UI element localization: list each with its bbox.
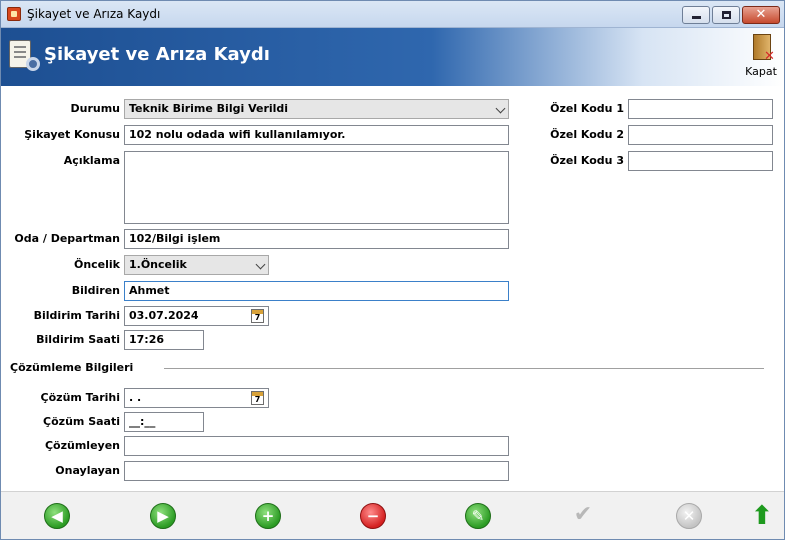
reporter-value: Ahmet xyxy=(129,284,170,297)
resolver-input[interactable] xyxy=(124,436,509,456)
minus-icon: − xyxy=(366,507,380,525)
priority-select[interactable]: 1.Öncelik xyxy=(124,255,269,275)
plus-icon: + xyxy=(261,507,275,525)
report-time-input[interactable]: 17:26 xyxy=(124,330,204,350)
custom-code-2-label: Özel Kodu 2 xyxy=(550,128,624,141)
close-x-icon: ✕ xyxy=(764,49,775,64)
edit-record-button[interactable]: ✎ xyxy=(465,503,491,529)
reporter-label: Bildiren xyxy=(71,284,120,297)
calendar-icon[interactable]: 7 xyxy=(251,309,264,323)
custom-code-3-input[interactable] xyxy=(628,151,773,171)
status-label: Durumu xyxy=(70,102,120,115)
cancel-button[interactable]: ✕ xyxy=(676,503,702,529)
calendar-day: 7 xyxy=(254,395,261,404)
window-close-button[interactable]: ✕ xyxy=(742,6,780,24)
resolution-time-label: Çözüm Saati xyxy=(43,415,120,428)
minimize-button[interactable] xyxy=(682,6,710,24)
room-label: Oda / Departman xyxy=(14,232,120,245)
calendar-day: 7 xyxy=(254,313,261,322)
next-record-button[interactable]: ▶ xyxy=(150,503,176,529)
kapat-label: Kapat xyxy=(745,65,777,78)
chevron-down-icon xyxy=(255,259,266,270)
reporter-input[interactable]: Ahmet xyxy=(124,281,509,301)
resolver-label: Çözümleyen xyxy=(44,439,120,452)
arrow-left-icon: ◀ xyxy=(51,507,63,525)
status-value: Teknik Birime Bilgi Verildi xyxy=(129,102,289,115)
resolution-time-input[interactable]: __:__ xyxy=(124,412,204,432)
report-date-label: Bildirim Tarihi xyxy=(33,309,120,322)
custom-code-1-label: Özel Kodu 1 xyxy=(550,102,624,115)
delete-record-button[interactable]: − xyxy=(360,503,386,529)
save-button[interactable]: ✔ xyxy=(570,503,596,529)
chevron-down-icon xyxy=(495,103,506,114)
room-input[interactable]: 102/Bilgi işlem xyxy=(124,229,509,249)
resolution-time-value: __:__ xyxy=(129,415,156,428)
report-time-value: 17:26 xyxy=(129,333,165,346)
maximize-button[interactable] xyxy=(712,6,740,24)
report-date-value: 03.07.2024 xyxy=(129,309,199,322)
approver-input[interactable] xyxy=(124,461,509,481)
resolution-section-title: Çözümleme Bilgileri xyxy=(10,361,134,374)
window-title: Şikayet ve Arıza Kaydı xyxy=(27,7,161,21)
report-time-label: Bildirim Saati xyxy=(36,333,120,346)
close-icon: ✕ xyxy=(755,7,767,22)
kapat-button[interactable]: ✕ Kapat xyxy=(742,31,780,83)
priority-label: Öncelik xyxy=(73,258,120,271)
report-date-input[interactable]: 03.07.2024 7 xyxy=(124,306,269,326)
subject-value: 102 nolu odada wifi kullanılamıyor. xyxy=(129,128,346,141)
description-label: Açıklama xyxy=(63,154,120,167)
calendar-icon[interactable]: 7 xyxy=(251,391,264,405)
add-record-button[interactable]: + xyxy=(255,503,281,529)
arrow-right-icon: ▶ xyxy=(157,507,169,525)
app-window: Şikayet ve Arıza Kaydı ✕ Şikayet ve Arız… xyxy=(0,0,785,540)
page-title: Şikayet ve Arıza Kaydı xyxy=(44,44,270,65)
approver-label: Onaylayan xyxy=(55,464,120,477)
gear-icon xyxy=(26,57,40,71)
arrow-up-icon: ⬆ xyxy=(751,501,773,531)
header-banner: Şikayet ve Arıza Kaydı xyxy=(1,28,784,86)
scroll-up-button[interactable]: ⬆ xyxy=(749,503,775,529)
subject-label: Şikayet Konusu xyxy=(24,128,120,141)
resolution-date-label: Çözüm Tarihi xyxy=(40,391,120,404)
room-value: 102/Bilgi işlem xyxy=(129,232,221,245)
cancel-x-icon: ✕ xyxy=(682,507,696,525)
section-divider xyxy=(164,368,764,369)
bottom-toolbar: ◀ ▶ + − ✎ ✔ ✕ ⬆ xyxy=(1,491,784,539)
subject-input[interactable]: 102 nolu odada wifi kullanılamıyor. xyxy=(124,125,509,145)
maximize-icon xyxy=(722,11,731,19)
custom-code-1-input[interactable] xyxy=(628,99,773,119)
resolution-date-input[interactable]: . . 7 xyxy=(124,388,269,408)
custom-code-2-input[interactable] xyxy=(628,125,773,145)
checkmark-icon: ✔ xyxy=(573,502,593,527)
priority-value: 1.Öncelik xyxy=(129,258,187,271)
description-textarea[interactable] xyxy=(124,151,509,224)
app-icon xyxy=(7,7,21,21)
previous-record-button[interactable]: ◀ xyxy=(44,503,70,529)
edit-icon: ✎ xyxy=(471,507,485,525)
resolution-date-value: . . xyxy=(129,391,142,404)
minimize-icon xyxy=(692,16,701,19)
status-select[interactable]: Teknik Birime Bilgi Verildi xyxy=(124,99,509,119)
title-bar: Şikayet ve Arıza Kaydı ✕ xyxy=(1,1,784,28)
custom-code-3-label: Özel Kodu 3 xyxy=(550,154,624,167)
